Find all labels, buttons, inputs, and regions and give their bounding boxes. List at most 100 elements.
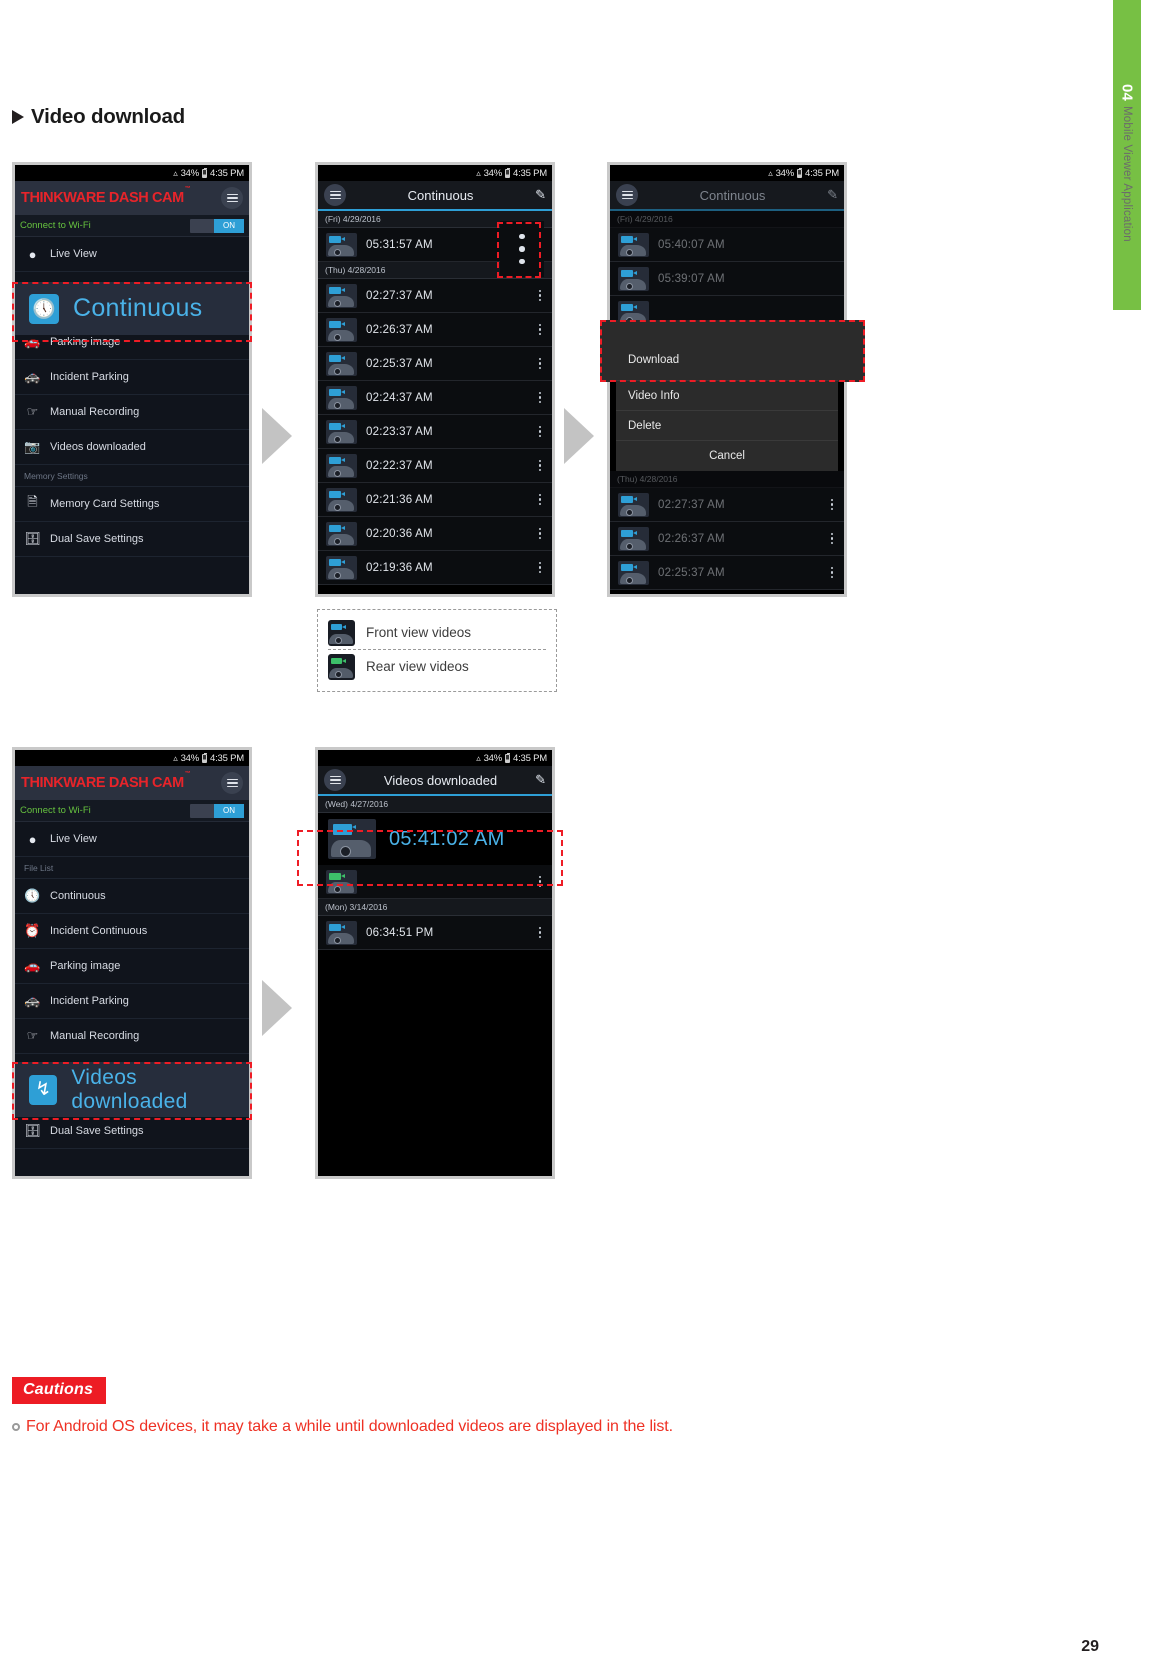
status-time: 4:35 PM [513,752,547,764]
flow-arrow [262,408,292,464]
sidebar-item-videos-downloaded[interactable]: 📷 Videos downloaded [15,430,249,465]
sidebar-item-incident-parking[interactable]: 🚓 Incident Parking [15,360,249,395]
brand-logo: THINKWARE DASH CAM™ [21,186,191,206]
action-sheet-item-label: Video Info [628,389,680,402]
overflow-menu-icon[interactable] [535,425,546,438]
hamburger-icon[interactable] [324,184,346,206]
car-icon: 🚗 [24,334,41,349]
front-view-thumbnail [326,453,357,478]
edit-icon[interactable]: ✎ [535,772,546,788]
wifi-connect-row[interactable]: Connect to Wi-Fi ON [15,800,249,822]
list-item[interactable]: 02:26:37 AM [610,522,844,556]
sidebar-item-incident-parking[interactable]: 🚓 Incident Parking [15,984,249,1019]
edit-icon[interactable]: ✎ [827,187,838,203]
sidebar-item-label: Parking image [50,960,121,972]
phone-screenshot-download-dialog: ▵ 34% 4:35 PM Continuous ✎ (Fri) 4/29/20… [607,162,847,597]
list-item[interactable] [318,865,552,899]
hand-icon: ☞ [26,404,39,419]
overflow-menu-icon[interactable] [535,391,546,404]
overflow-menu-icon[interactable] [535,289,546,302]
list-item[interactable]: 02:26:37 AM [318,313,552,347]
sidebar-item-parking-image[interactable]: 🚗 Parking image [15,949,249,984]
hamburger-icon[interactable] [616,184,638,206]
phone-screenshot-drawer-videos-downloaded: ▵ 34% 4:35 PM THINKWARE DASH CAM™ Connec… [12,747,252,1179]
list-item[interactable]: 02:27:37 AM [318,279,552,313]
list-item[interactable]: 02:22:37 AM [318,449,552,483]
front-view-thumbnail [326,555,357,580]
overflow-menu-icon[interactable] [827,566,838,579]
front-view-thumbnail [328,619,355,646]
action-sheet-item-download[interactable]: Download [616,339,838,381]
list-item-highlight[interactable]: 05:41:02 AM [318,813,552,865]
overflow-menu-icon[interactable] [535,459,546,472]
battery-icon [505,167,511,178]
list-item[interactable]: 06:34:51 PM [318,916,552,950]
overflow-menu-icon[interactable] [535,493,546,506]
sidebar-item-continuous[interactable]: 🕔 Continuous [15,879,249,914]
sidebar-item-incident-continuous[interactable]: ⏰ Incident Continuous [15,914,249,949]
overflow-menu-icon[interactable] [535,357,546,370]
hamburger-icon[interactable] [221,187,243,209]
navigation-drawer: THINKWARE DASH CAM™ Connect to Wi-Fi ON … [15,181,249,594]
action-sheet-item-video-info[interactable]: Video Info [616,381,838,411]
overflow-menu-icon[interactable] [535,527,546,540]
battery-percent: 34% [483,167,503,179]
action-sheet-item-cancel[interactable]: Cancel [616,441,838,471]
sidebar-item-continuous-highlight[interactable]: 🕔 Continuous [15,282,249,335]
list-item[interactable]: 02:21:36 AM [318,483,552,517]
live-icon: ● [28,831,37,847]
overflow-menu-icon[interactable] [535,926,546,939]
list-title: Continuous [407,187,474,203]
list-item[interactable]: 02:25:37 AM [610,556,844,590]
status-time: 4:35 PM [210,752,244,764]
list-item-time: 02:27:37 AM [366,289,433,302]
sidebar-item-manual-recording[interactable]: ☞ Manual Recording [15,395,249,430]
list-item-time: 02:25:37 AM [658,566,725,579]
status-bar: ▵ 34% 4:35 PM [15,750,249,766]
list-header: Continuous ✎ [318,181,552,211]
list-item[interactable]: 05:39:07 AM [610,262,844,296]
phone-screenshot-continuous-list: ▵ 34% 4:35 PM Continuous ✎ (Fri) 4/29/20… [315,162,555,597]
list-date-header: (Thu) 4/28/2016 [610,471,844,488]
sidebar-item-live-view[interactable]: ● Live View [15,237,249,272]
status-bar: ▵ 34% 4:35 PM [318,165,552,181]
list-item[interactable]: 02:19:36 AM [318,551,552,585]
sidebar-item-dual-save-settings[interactable]: 🗄 Dual Save Settings [15,1114,249,1149]
list-item[interactable]: 02:20:36 AM [318,517,552,551]
sidebar-item-manual-recording[interactable]: ☞ Manual Recording [15,1019,249,1054]
overflow-menu-icon[interactable] [535,875,546,888]
sidebar-item-dual-save-settings[interactable]: 🗄 Dual Save Settings [15,522,249,557]
front-view-thumbnail [326,521,357,546]
list-item-time: 02:26:37 AM [658,532,725,545]
overflow-menu-icon-highlight[interactable] [500,221,544,277]
wifi-toggle[interactable]: ON [190,803,244,818]
overflow-menu-icon[interactable] [827,498,838,511]
front-view-thumbnail [326,283,357,308]
wifi-toggle-value: ON [214,218,244,233]
status-time: 4:35 PM [513,167,547,179]
list-item-time: 02:21:36 AM [366,493,433,506]
sidebar-item-memory-card-settings[interactable]: 🗎 Memory Card Settings [15,487,249,522]
overflow-menu-icon[interactable] [535,323,546,336]
overflow-menu-icon[interactable] [827,532,838,545]
hamburger-icon[interactable] [221,772,243,794]
list-item[interactable]: 02:24:37 AM [318,381,552,415]
action-sheet-item-delete[interactable]: Delete [616,411,838,441]
list-item[interactable]: 05:40:07 AM [610,228,844,262]
battery-percent: 34% [775,167,795,179]
sidebar-item-videos-downloaded-highlight[interactable]: ↯ Videos downloaded [15,1062,249,1117]
list-item[interactable]: 02:25:37 AM [318,347,552,381]
list-item[interactable]: 02:27:37 AM [610,488,844,522]
wifi-connect-row[interactable]: Connect to Wi-Fi ON [15,215,249,237]
hamburger-icon[interactable] [324,769,346,791]
wifi-toggle[interactable]: ON [190,218,244,233]
sidebar-item-label: Live View [50,833,97,845]
clock-alert-icon: ⏰ [24,923,41,938]
sidebar-item-live-view[interactable]: ● Live View [15,822,249,857]
chapter-label: Mobile Viewer Application [1121,106,1133,242]
list-item[interactable]: 02:23:37 AM [318,415,552,449]
overflow-menu-icon[interactable] [535,561,546,574]
legend-label: Rear view videos [366,659,469,674]
list-item-time: 05:40:07 AM [658,238,725,251]
edit-icon[interactable]: ✎ [535,187,546,203]
